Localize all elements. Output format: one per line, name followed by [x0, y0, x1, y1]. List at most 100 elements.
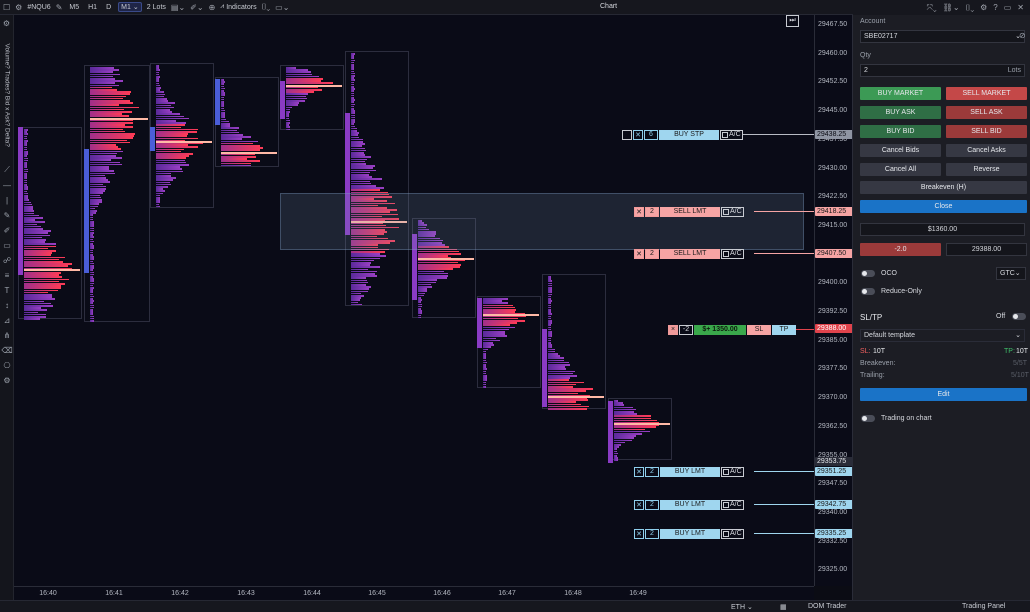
order-label[interactable]: BUY LMT	[660, 466, 720, 477]
crosshair-icon[interactable]: ⤧⌄	[926, 3, 936, 13]
buy-bid-button[interactable]: BUY BID	[860, 125, 941, 138]
ac-checkbox[interactable]	[723, 530, 729, 537]
order-price-line[interactable]	[754, 471, 814, 472]
highlighter-icon[interactable]: ▭	[3, 241, 11, 250]
order-price-line[interactable]	[754, 253, 814, 254]
close-position-button[interactable]: ×	[668, 324, 678, 335]
cancel-all-button[interactable]: Cancel All	[860, 163, 941, 176]
timeframe-d[interactable]: D	[104, 4, 113, 11]
order-ac-toggle[interactable]: A/C	[721, 528, 744, 539]
timeframe-m1[interactable]: M1 ⌄	[118, 2, 142, 12]
layout-icon[interactable]: ▭⌄	[275, 3, 289, 12]
close-icon[interactable]: ✕	[1017, 3, 1024, 12]
order-label[interactable]: BUY LMT	[660, 499, 720, 510]
eraser-icon[interactable]: ⌫	[1, 346, 12, 355]
ac-checkbox[interactable]	[723, 468, 729, 475]
brush-tool-icon[interactable]: ✎	[4, 211, 11, 220]
order-row[interactable]: ✕ 2 BUY LMT A/C	[634, 466, 744, 477]
order-row[interactable]: ✕ 2 SELL LMT A/C	[634, 206, 744, 217]
order-label[interactable]: BUY LMT	[660, 528, 720, 539]
order-ac-toggle[interactable]: A/C	[721, 248, 744, 259]
measure-tool-icon[interactable]: ↕	[5, 301, 9, 310]
lock-icon[interactable]: ⎔	[4, 361, 11, 370]
sell-market-button[interactable]: SELL MARKET	[946, 87, 1027, 100]
add-tp-button[interactable]: TP	[772, 324, 796, 335]
cancel-bids-button[interactable]: Cancel Bids	[860, 144, 941, 157]
cancel-order-icon[interactable]: ✕	[634, 466, 644, 477]
order-label[interactable]: BUY STP	[659, 129, 719, 140]
close-position-button[interactable]: Close	[860, 200, 1027, 213]
timeframe-m5[interactable]: M5	[67, 4, 81, 11]
position-price-line[interactable]	[796, 329, 814, 330]
order-price-line[interactable]	[742, 134, 814, 135]
scroll-to-end-button[interactable]: ⏭	[786, 15, 799, 27]
order-ac-toggle[interactable]: A/C	[721, 466, 744, 477]
dom-trader-tab[interactable]: DOM Trader	[808, 603, 847, 610]
ac-checkbox[interactable]	[722, 131, 728, 138]
order-label[interactable]: SELL LMT	[660, 206, 720, 217]
drawing-tools-icon[interactable]: ✐⌄	[190, 3, 203, 12]
sltp-toggle[interactable]	[1012, 313, 1026, 320]
symbol-selector[interactable]: #NQU6	[27, 4, 50, 11]
sell-bid-button[interactable]: SELL BID	[946, 125, 1027, 138]
highlight-zone[interactable]	[280, 193, 804, 250]
ruler-tool-icon[interactable]: ⊿	[4, 316, 11, 325]
account-select[interactable]: SBE02717 ⌄	[860, 30, 1025, 43]
cancel-asks-button[interactable]: Cancel Asks	[946, 144, 1027, 157]
order-row[interactable]: ✕ 2 SELL LMT A/C	[634, 248, 744, 259]
menu-icon[interactable]: ☐	[3, 3, 10, 12]
chart-canvas[interactable]: ✕ 6 BUY STP A/C ✕ 2 SELL LMT A/C ✕ 2 SELL LMT A/C ✕ 2…	[14, 15, 814, 586]
trading-panel-tab[interactable]: Trading Panel	[962, 603, 1005, 610]
indicator-list[interactable]: Volume? Trades? Bid x Ask? Delta?	[1, 44, 13, 164]
pattern-tool-icon[interactable]: ☍	[3, 256, 11, 265]
time-axis[interactable]: 16:40 16:41 16:42 16:43 16:44 16:45 16:46 16:47…	[14, 586, 814, 600]
sell-ask-button[interactable]: SELL ASK	[946, 106, 1027, 119]
link-icon[interactable]: ⛓⌄	[943, 3, 960, 12]
edit-symbol-icon[interactable]: ✎	[56, 3, 63, 12]
order-price-line[interactable]	[754, 533, 814, 534]
settings-icon[interactable]: ⚙	[3, 19, 10, 28]
order-label[interactable]: SELL LMT	[660, 248, 720, 259]
add-sl-button[interactable]: SL	[747, 324, 771, 335]
order-select-checkbox[interactable]	[622, 129, 632, 140]
pencil-tool-icon[interactable]: ✐	[4, 226, 11, 235]
reverse-button[interactable]: Reverse	[946, 163, 1027, 176]
session-selector[interactable]: ETH ⌄	[731, 603, 753, 611]
order-ac-toggle[interactable]: A/C	[720, 129, 743, 140]
magnet-icon[interactable]: ⋔	[4, 331, 11, 340]
tif-select[interactable]: GTC⌄	[996, 267, 1026, 280]
order-row[interactable]: ✕ 2 BUY LMT A/C	[634, 528, 744, 539]
hide-account-icon[interactable]: ⊘	[1019, 31, 1026, 40]
buy-market-button[interactable]: BUY MARKET	[860, 87, 941, 100]
order-row[interactable]: ✕ 2 BUY LMT A/C	[634, 499, 744, 510]
camera-icon[interactable]: ⌷⌄	[966, 3, 975, 13]
camera-icon[interactable]: ⌷⌄	[262, 2, 271, 12]
cancel-order-icon[interactable]: ✕	[633, 129, 643, 140]
vline-tool-icon[interactable]: |	[6, 196, 8, 205]
template-select[interactable]: Default template ⌄	[860, 329, 1025, 342]
cancel-order-icon[interactable]: ✕	[634, 206, 644, 217]
ac-checkbox[interactable]	[723, 250, 729, 257]
position-line[interactable]: × -2 $+ 1350.00 SL TP	[668, 324, 796, 335]
order-price-line[interactable]	[754, 211, 814, 212]
settings-icon[interactable]: ⚙	[15, 3, 22, 12]
edit-sltp-button[interactable]: Edit	[860, 388, 1027, 401]
indicators-button[interactable]: ⩘ Indicators	[220, 3, 256, 11]
hline-tool-icon[interactable]: —	[3, 181, 11, 190]
order-row[interactable]: ✕ 6 BUY STP A/C	[622, 129, 743, 140]
window-icon[interactable]: ▭	[1004, 3, 1012, 12]
ac-checkbox[interactable]	[723, 208, 729, 215]
order-price-line[interactable]	[754, 504, 814, 505]
settings-icon[interactable]: ⚙	[3, 376, 10, 385]
reduce-only-toggle[interactable]	[861, 288, 875, 295]
help-icon[interactable]: ?	[993, 3, 997, 12]
ac-checkbox[interactable]	[723, 501, 729, 508]
buy-ask-button[interactable]: BUY ASK	[860, 106, 941, 119]
line-tool-icon[interactable]: ⟋	[4, 165, 10, 175]
order-ac-toggle[interactable]: A/C	[721, 499, 744, 510]
settings-icon[interactable]: ⚙	[980, 3, 987, 12]
zoom-icon[interactable]: ⊕	[209, 3, 216, 12]
cancel-order-icon[interactable]: ✕	[634, 248, 644, 259]
cancel-order-icon[interactable]: ✕	[634, 499, 644, 510]
cancel-order-icon[interactable]: ✕	[634, 528, 644, 539]
